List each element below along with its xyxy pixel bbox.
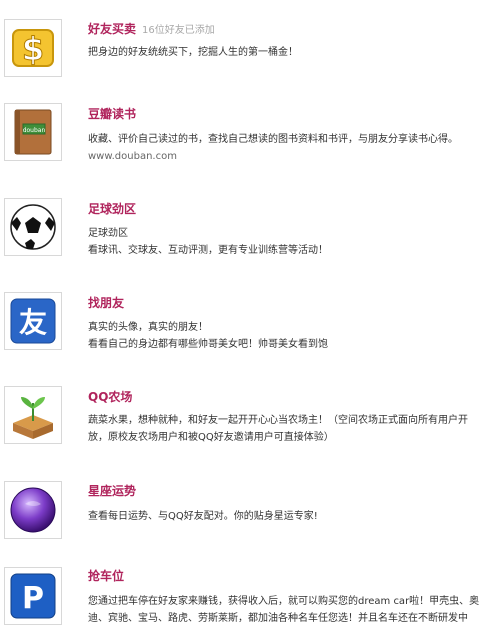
friend-count: 16位好友已添加 xyxy=(142,25,215,36)
app-description: 蔬菜水果，想种就种，和好友一起开开心心当农场主！（空间农场正式面向所有用户开 放… xyxy=(88,412,498,446)
description-line: 看看自己的身边都有哪些帅哥美女吧！帅哥美女看到饱 xyxy=(88,339,328,350)
dollar-icon[interactable]: $ xyxy=(4,19,62,77)
parking-icon-text: P xyxy=(22,581,44,616)
app-description: 查看每日运势、与QQ好友配对。你的贴身星运专家! xyxy=(88,508,498,525)
description-line: 蔬菜水果，想种就种，和好友一起开开心心当农场主！（空间农场正式面向所有用户开 xyxy=(88,415,468,426)
friend-icon[interactable]: 友 xyxy=(4,292,62,350)
douban-icon-text: douban xyxy=(23,127,46,134)
parking-icon[interactable]: P xyxy=(4,567,62,625)
soccer-ball-icon[interactable] xyxy=(4,198,62,256)
description-line: 把身边的好友统统买下，挖掘人生的第一桶金！ xyxy=(88,47,298,58)
description-line: 查看每日运势、与QQ好友配对。你的贴身星运专家! xyxy=(88,511,318,522)
svg-text:$: $ xyxy=(22,30,44,68)
description-line: 足球劲区 xyxy=(88,228,128,239)
description-line: 您通过把车停在好友家来赚钱，获得收入后，就可以购买您的dream car啦！甲壳… xyxy=(88,596,480,607)
app-title[interactable]: 好友买卖 16位好友已添加 xyxy=(88,20,215,37)
app-title[interactable]: QQ农场 xyxy=(88,388,132,405)
horoscope-orb-icon[interactable] xyxy=(4,481,62,539)
friend-icon-text: 友 xyxy=(19,306,47,339)
app-title-text[interactable]: 星座运势 xyxy=(88,484,136,498)
app-description: 把身边的好友统统买下，挖掘人生的第一桶金！ xyxy=(88,44,498,61)
app-title-text[interactable]: QQ农场 xyxy=(88,390,132,404)
douban-book-icon[interactable]: douban xyxy=(4,103,62,161)
app-title[interactable]: 足球劲区 xyxy=(88,200,136,217)
app-title-text[interactable]: 豆瓣读书 xyxy=(88,107,136,121)
description-line: 迪、宾驰、宝马、路虎、劳斯莱斯，都加油各种名车任您选！并且名车还在不断研发中 xyxy=(88,613,468,624)
app-description: 真实的头像，真实的朋友！ 看看自己的身边都有哪些帅哥美女吧！帅哥美女看到饱 xyxy=(88,319,498,353)
app-title[interactable]: 找朋友 xyxy=(88,294,124,311)
app-title[interactable]: 星座运势 xyxy=(88,482,136,499)
description-line: 真实的头像，真实的朋友！ xyxy=(88,322,208,333)
description-line: 放，原校友农场用户和被QQ好友邀请用户可直接体验） xyxy=(88,432,334,443)
app-title-text[interactable]: 抢车位 xyxy=(88,569,124,583)
app-title-text[interactable]: 找朋友 xyxy=(88,296,124,310)
app-title[interactable]: 抢车位 xyxy=(88,567,124,584)
description-line: 看球讯、交球友、互动评测，更有专业训练营等活动！ xyxy=(88,245,328,256)
app-description: 足球劲区 看球讯、交球友、互动评测，更有专业训练营等活动！ xyxy=(88,225,498,259)
description-line: 收藏、评价自己读过的书，查找自己想读的图书资料和书评，与朋友分享读书心得。 xyxy=(88,134,458,145)
app-title-text[interactable]: 好友买卖 xyxy=(88,22,136,36)
app-title[interactable]: 豆瓣读书 xyxy=(88,105,136,122)
app-description: 您通过把车停在好友家来赚钱，获得收入后，就可以购买您的dream car啦！甲壳… xyxy=(88,593,498,627)
app-title-text[interactable]: 足球劲区 xyxy=(88,202,136,216)
app-description: 收藏、评价自己读过的书，查找自己想读的图书资料和书评，与朋友分享读书心得。 ww… xyxy=(88,131,498,165)
farm-sprout-icon[interactable] xyxy=(4,386,62,444)
app-url[interactable]: www.douban.com xyxy=(88,148,498,165)
